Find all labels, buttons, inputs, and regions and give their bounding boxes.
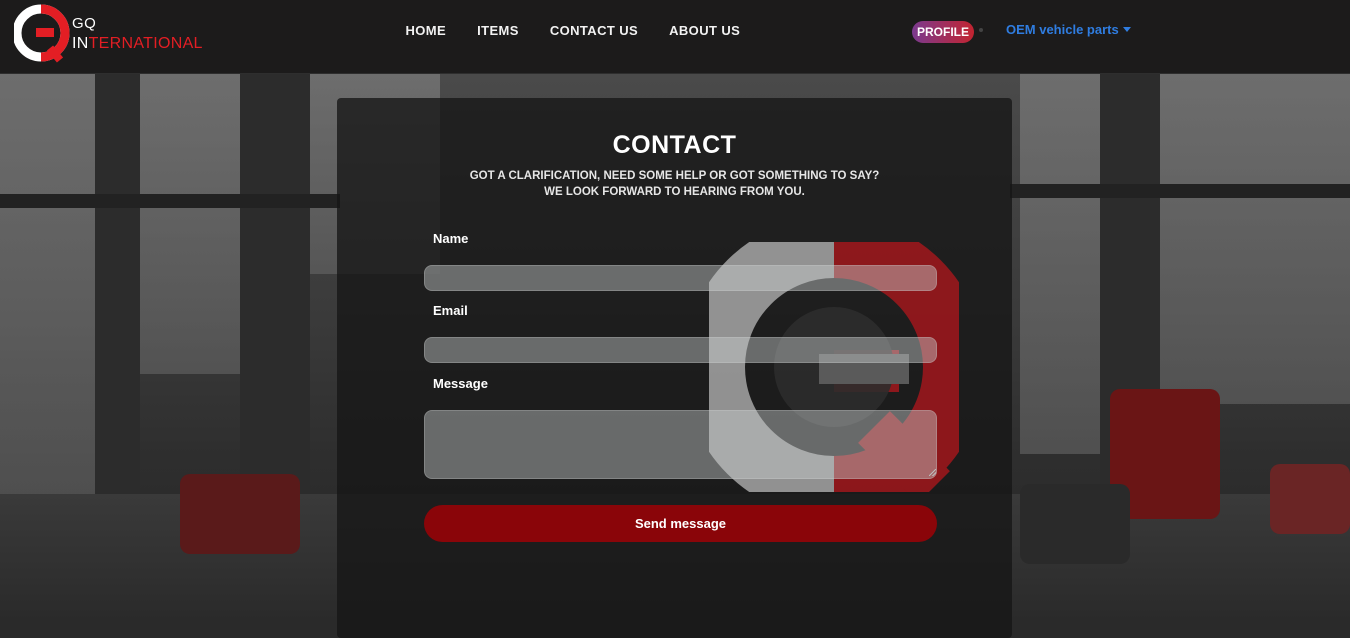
oem-parts-dropdown[interactable]: OEM vehicle parts <box>1006 21 1131 39</box>
nav-home[interactable]: HOME <box>390 22 462 40</box>
message-field[interactable] <box>424 410 937 479</box>
nav-items[interactable]: ITEMS <box>462 22 535 40</box>
separator-dot <box>979 28 983 32</box>
dropdown-label: OEM vehicle parts <box>1006 22 1119 37</box>
page-title: CONTACT <box>612 131 737 159</box>
chevron-down-icon <box>1122 27 1131 32</box>
name-field[interactable] <box>424 265 937 291</box>
resize-handle-icon[interactable] <box>929 469 936 476</box>
contact-panel: CONTACT GOT A CLARIFICATION, NEED SOME H… <box>337 98 1012 638</box>
main-nav: HOME ITEMS CONTACT US ABOUT US <box>390 22 756 40</box>
message-wrapper <box>337 410 1012 479</box>
brand-name-line1: GQ <box>72 15 97 32</box>
name-label: Name <box>433 231 469 246</box>
brand-name-line2: INTERNATIONAL <box>72 35 203 52</box>
gq-logo-icon <box>14 4 70 63</box>
email-label: Email <box>433 303 468 318</box>
nav-contact-us[interactable]: CONTACT US <box>534 22 653 40</box>
page-subtitle: GOT A CLARIFICATION, NEED SOME HELP OR G… <box>337 168 1012 200</box>
subtitle-line1: GOT A CLARIFICATION, NEED SOME HELP OR G… <box>469 170 880 182</box>
subtitle-line2: WE LOOK FORWARD TO HEARING FROM YOU. <box>544 186 805 198</box>
top-navbar: GQ INTERNATIONAL HOME ITEMS CONTACT US A… <box>0 0 1350 74</box>
profile-button[interactable]: PROFILE <box>912 21 975 43</box>
brand-logo[interactable]: GQ INTERNATIONAL <box>14 4 214 64</box>
message-label: Message <box>433 376 488 391</box>
nav-about-us[interactable]: ABOUT US <box>654 22 756 40</box>
send-message-button[interactable]: Send message <box>424 505 937 542</box>
email-field[interactable] <box>424 337 937 363</box>
